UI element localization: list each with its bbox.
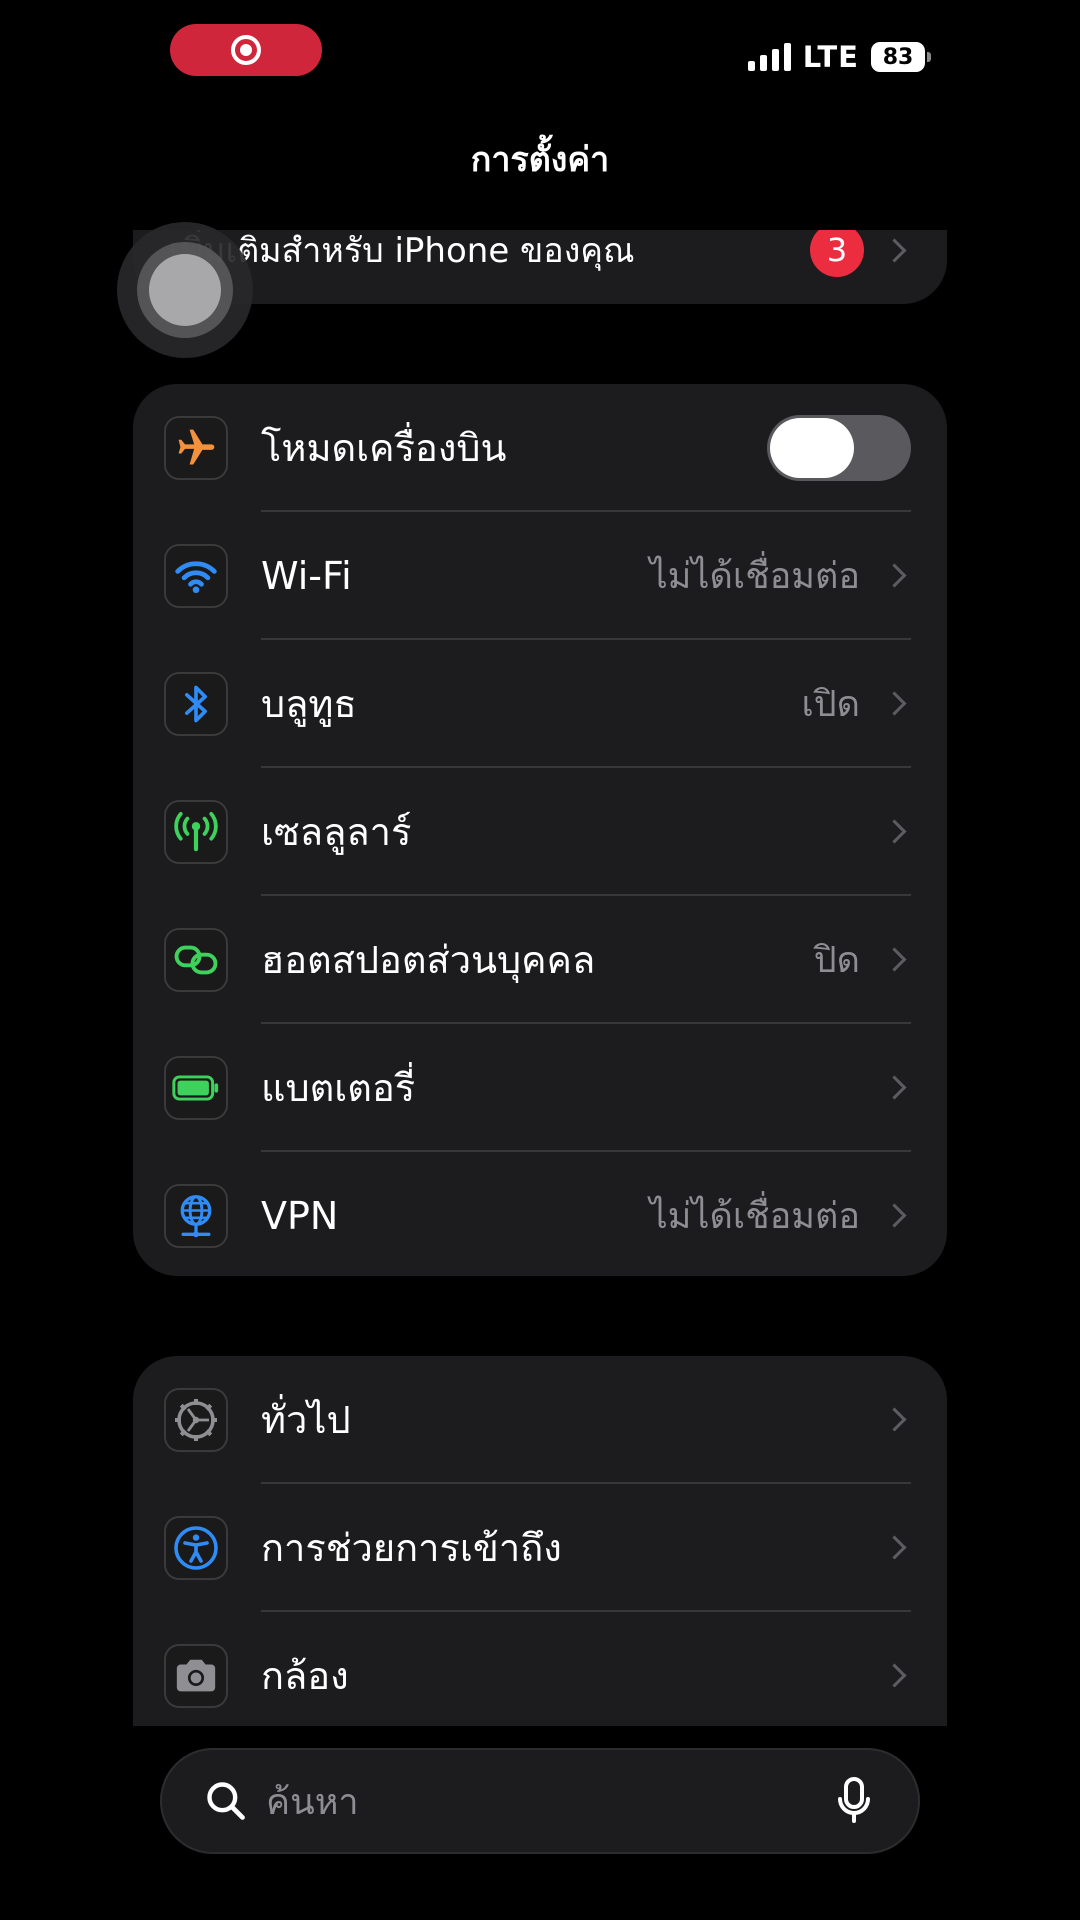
screen-recording-indicator[interactable]	[170, 24, 322, 76]
bluetooth-label: บลูทูธ	[261, 682, 357, 726]
chevron-right-icon	[882, 563, 907, 588]
accessibility-label: การช่วยการเข้าถึง	[261, 1526, 562, 1570]
bluetooth-icon	[164, 671, 228, 736]
airplane-icon	[164, 415, 228, 480]
personal-hotspot-status: ปิด	[813, 940, 860, 981]
chevron-right-icon	[882, 691, 907, 716]
page-title: การตั้งค่า	[470, 140, 610, 180]
battery-label: แบตเตอรี่	[261, 1066, 416, 1110]
record-icon	[231, 35, 261, 65]
signal-strength-icon	[747, 43, 791, 71]
search-icon	[207, 1782, 245, 1820]
chevron-right-icon	[882, 237, 907, 263]
battery-icon	[164, 1055, 228, 1120]
vpn-icon	[164, 1183, 228, 1248]
notification-badge: 3	[810, 230, 864, 277]
battery-row[interactable]: แบตเตอรี่	[133, 1024, 947, 1151]
camera-label: กล้อง	[261, 1654, 349, 1698]
accessibility-row[interactable]: การช่วยการเข้าถึง	[133, 1484, 947, 1611]
chevron-right-icon	[882, 1203, 907, 1228]
chevron-right-icon	[882, 819, 907, 844]
gear-icon	[164, 1387, 228, 1452]
status-bar-right: LTE 83	[747, 40, 931, 74]
search-bar[interactable]: ค้นหา	[160, 1748, 920, 1854]
airplane-mode-toggle[interactable]	[767, 414, 911, 481]
cellular-icon	[164, 799, 228, 864]
chevron-right-icon	[882, 1535, 907, 1560]
general-label: ทั่วไป	[261, 1398, 351, 1442]
chevron-right-icon	[882, 947, 907, 972]
hotspot-icon	[164, 927, 228, 992]
microphone-icon[interactable]	[836, 1777, 872, 1825]
camera-icon	[164, 1643, 228, 1708]
general-group: ทั่วไป การช่วยการเข้าถึง กล้อง	[133, 1356, 947, 1726]
vpn-label: VPN	[261, 1193, 339, 1238]
wifi-label: Wi-Fi	[261, 553, 352, 598]
more-for-iphone-row[interactable]: เพิ่มเติมสำหรับ iPhone ของคุณ 3	[133, 230, 947, 304]
wifi-icon	[164, 543, 228, 608]
bluetooth-status: เปิด	[801, 684, 860, 725]
personal-hotspot-row[interactable]: ฮอตสปอตส่วนบุคคล ปิด	[133, 896, 947, 1023]
wifi-status: ไม่ได้เชื่อมต่อ	[649, 556, 860, 597]
vpn-status: ไม่ได้เชื่อมต่อ	[649, 1196, 860, 1237]
chevron-right-icon	[882, 1075, 907, 1100]
assistive-touch-button[interactable]	[117, 222, 253, 358]
battery-indicator: 83	[871, 42, 931, 72]
camera-row[interactable]: กล้อง	[133, 1612, 947, 1726]
accessibility-icon	[164, 1515, 228, 1580]
wifi-row[interactable]: Wi-Fi ไม่ได้เชื่อมต่อ	[133, 512, 947, 639]
battery-percentage: 83	[882, 44, 914, 70]
personal-hotspot-label: ฮอตสปอตส่วนบุคคล	[261, 938, 596, 982]
vpn-row[interactable]: VPN ไม่ได้เชื่อมต่อ	[133, 1152, 947, 1279]
cellular-row[interactable]: เซลลูลาร์	[133, 768, 947, 895]
search-input[interactable]: ค้นหา	[266, 1773, 836, 1830]
airplane-mode-label: โหมดเครื่องบิน	[261, 426, 507, 470]
bluetooth-row[interactable]: บลูทูธ เปิด	[133, 640, 947, 767]
settings-screen: LTE 83 การตั้งค่า เพิ่มเติมสำหรับ iPhone…	[0, 0, 1080, 1920]
cellular-label: เซลลูลาร์	[261, 810, 412, 854]
chevron-right-icon	[882, 1407, 907, 1432]
more-for-iphone-label: เพิ่มเติมสำหรับ iPhone ของคุณ	[169, 231, 635, 271]
airplane-mode-row[interactable]: โหมดเครื่องบิน	[133, 384, 947, 511]
chevron-right-icon	[882, 1663, 907, 1688]
general-row[interactable]: ทั่วไป	[133, 1356, 947, 1483]
connectivity-group: โหมดเครื่องบิน Wi-Fi ไม่ได้เชื่อมต่อ บลู…	[133, 384, 947, 1276]
network-type: LTE	[802, 40, 859, 74]
